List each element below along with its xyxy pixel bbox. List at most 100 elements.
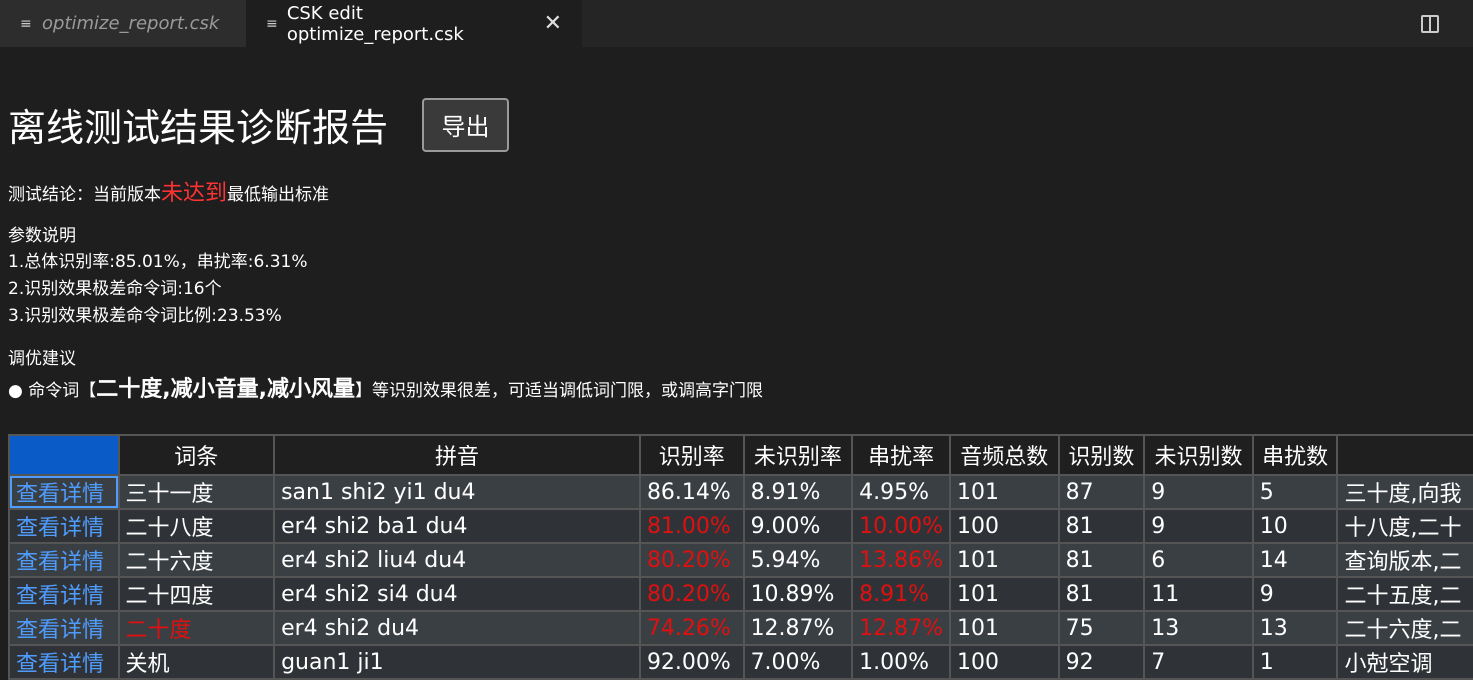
view-details-link[interactable]: 查看详情 [8,644,120,680]
tuning-heading: 调优建议 [8,349,76,369]
header-crosstalk-rate[interactable]: 串扰率 [851,434,952,476]
cell-miss-rate: 8.91% [742,474,854,510]
cell-crosstalk-count: 13 [1251,610,1339,646]
cell-audio-total: 100 [949,508,1060,544]
cell-crosstalk-rate: 13.86% [851,542,952,578]
cell-audio-total: 100 [949,644,1060,680]
header-recognition-rate[interactable]: 识别率 [638,434,745,476]
export-button[interactable]: 导出 [422,97,510,152]
conclusion-status: 未达到 [161,181,228,206]
header-missed-count[interactable]: 未识别数 [1143,434,1254,476]
cell-crosstalk-count: 14 [1251,542,1339,578]
report-content: 离线测试结果诊断报告 导出 测试结论：当前版本未达到最低输出标准 参数说明 1.… [8,47,1473,405]
tuning-suggestion: ● 命令词【二十度,减小音量,减小风量】等识别效果很差，可适当调低词门限，或调高… [8,376,1473,405]
param-line: 3.识别效果极差命令词比例:23.53% [8,306,282,326]
table-header-row: 词条 拼音 识别率 未识别率 串扰率 音频总数 识别数 未识别数 串扰数 [8,434,1473,476]
conclusion-suffix: 最低输出标准 [227,185,330,205]
cell-missed-count: 6 [1143,542,1254,578]
cell-audio-total: 101 [949,610,1060,646]
cell-extra: 查询版本,二 [1336,542,1473,578]
header-corner [8,434,120,476]
tuning-suffix: 】等识别效果很差，可适当调低词门限，或调高字门限 [354,381,763,401]
cell-miss-rate: 12.87% [742,610,854,646]
cell-recognition-rate: 92.00% [638,644,745,680]
table-row: 查看详情 关机 guan1 ji1 92.00% 7.00% 1.00% 100 92 7 1 小尅… [8,644,1473,680]
cell-recognized-count: 81 [1057,576,1146,612]
cell-recognized-count: 81 [1057,542,1146,578]
cell-crosstalk-rate: 8.91% [851,576,952,612]
cell-extra: 十八度,二十 [1336,508,1473,544]
title-row: 离线测试结果诊断报告 导出 [8,97,1473,152]
editor-tab-bar: ≡ optimize_report.csk ≡ CSK edit optimiz… [0,0,1473,47]
cell-extra: 二十五度,二 [1336,576,1473,612]
cell-recognized-count: 87 [1057,474,1146,510]
cell-word: 关机 [117,644,276,680]
tuning-prefix: ● 命令词【 [8,381,97,401]
cell-crosstalk-rate: 10.00% [851,508,952,544]
cell-audio-total: 101 [949,542,1060,578]
cell-miss-rate: 7.00% [742,644,854,680]
cell-recognition-rate: 81.00% [638,508,745,544]
cell-recognized-count: 92 [1057,644,1146,680]
header-crosstalk-count[interactable]: 串扰数 [1251,434,1339,476]
header-extra [1336,434,1473,476]
view-details-link[interactable]: 查看详情 [8,576,120,612]
cell-word: 二十八度 [117,508,276,544]
split-editor-icon[interactable] [1421,14,1439,33]
cell-extra: 小尅空调 [1336,644,1473,680]
cell-crosstalk-rate: 4.95% [851,474,952,510]
tab-label: optimize_report.csk [42,13,220,34]
cell-missed-count: 9 [1143,474,1254,510]
cell-pinyin: er4 shi2 du4 [273,610,641,646]
cell-word: 二十六度 [117,542,276,578]
header-audio-total[interactable]: 音频总数 [949,434,1060,476]
cell-pinyin: guan1 ji1 [273,644,641,680]
editor-actions [1421,0,1473,47]
cell-miss-rate: 9.00% [742,508,854,544]
cell-missed-count: 11 [1143,576,1254,612]
cell-crosstalk-rate: 12.87% [851,610,952,646]
cell-pinyin: er4 shi2 liu4 du4 [273,542,641,578]
param-line: 2.识别效果极差命令词:16个 [8,279,222,299]
cell-word: 二十度 [117,610,276,646]
cell-pinyin: san1 shi2 yi1 du4 [273,474,641,510]
cell-word: 三十一度 [117,474,276,510]
view-details-link[interactable]: 查看详情 [8,474,120,510]
file-lines-icon: ≡ [266,15,278,32]
page-title: 离线测试结果诊断报告 [8,106,389,150]
cell-recognized-count: 81 [1057,508,1146,544]
table-row: 查看详情 三十一度 san1 shi2 yi1 du4 86.14% 8.91% 4.95… [8,474,1473,510]
cell-extra: 二十六度,二 [1336,610,1473,646]
params-heading: 参数说明 [8,226,76,246]
test-conclusion: 测试结论：当前版本未达到最低输出标准 [8,182,1473,207]
table-row: 查看详情 二十四度 er4 shi2 si4 du4 80.20% 10.89% 8.91… [8,576,1473,612]
cell-crosstalk-count: 10 [1251,508,1339,544]
tuning-words: 二十度,减小音量,减小风量 [96,377,355,402]
cell-miss-rate: 5.94% [742,542,854,578]
view-details-link[interactable]: 查看详情 [8,610,120,646]
cell-audio-total: 101 [949,474,1060,510]
cell-pinyin: er4 shi2 si4 du4 [273,576,641,612]
header-miss-rate[interactable]: 未识别率 [742,434,854,476]
cell-crosstalk-count: 1 [1251,644,1339,680]
view-details-link[interactable]: 查看详情 [8,542,120,578]
tab-csk-edit[interactable]: ≡ CSK edit optimize_report.csk ✕ [246,0,582,47]
view-details-link[interactable]: 查看详情 [8,508,120,544]
header-word[interactable]: 词条 [117,434,276,476]
cell-recognized-count: 75 [1057,610,1146,646]
tab-optimize-report[interactable]: ≡ optimize_report.csk [0,0,246,47]
results-table-container: 词条 拼音 识别率 未识别率 串扰率 音频总数 识别数 未识别数 串扰数 查看详… [8,434,1473,680]
results-table: 词条 拼音 识别率 未识别率 串扰率 音频总数 识别数 未识别数 串扰数 查看详… [8,434,1473,680]
cell-pinyin: er4 shi2 ba1 du4 [273,508,641,544]
cell-crosstalk-count: 9 [1251,576,1339,612]
cell-miss-rate: 10.89% [742,576,854,612]
cell-word: 二十四度 [117,576,276,612]
header-pinyin[interactable]: 拼音 [273,434,641,476]
cell-extra: 三十度,向我 [1336,474,1473,510]
table-row: 查看详情 二十度 er4 shi2 du4 74.26% 12.87% 12.87% 101… [8,610,1473,646]
close-icon[interactable]: ✕ [544,11,562,36]
cell-missed-count: 9 [1143,508,1254,544]
header-recognized-count[interactable]: 识别数 [1057,434,1146,476]
cell-recognition-rate: 74.26% [638,610,745,646]
cell-missed-count: 7 [1143,644,1254,680]
